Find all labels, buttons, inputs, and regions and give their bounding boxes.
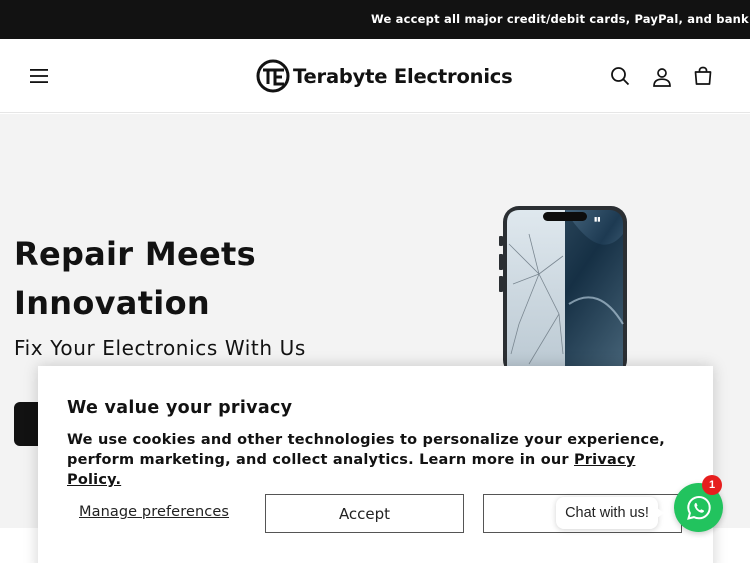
site-header: Terabyte Electronics xyxy=(0,39,750,113)
hero-title: Repair Meets Innovation xyxy=(14,235,256,322)
phone-image: ▮▮ xyxy=(499,206,627,374)
cookie-title: We value your privacy xyxy=(67,398,293,418)
search-icon xyxy=(611,67,630,86)
account-icon xyxy=(653,68,671,87)
search-button[interactable] xyxy=(603,59,637,93)
chat-bubble-text: Chat with us! xyxy=(565,505,649,521)
accept-button[interactable]: Accept xyxy=(265,494,464,533)
cart-button[interactable] xyxy=(686,59,720,93)
announcement-text: We accept all major credit/debit cards, … xyxy=(371,12,750,26)
menu-button[interactable] xyxy=(22,59,56,93)
cookie-consent-banner: We value your privacy We use cookies and… xyxy=(38,366,713,563)
brand-logo[interactable]: Terabyte Electronics xyxy=(256,58,513,94)
chat-bubble[interactable]: Chat with us! xyxy=(556,497,664,529)
cookie-description: We use cookies and other technologies to… xyxy=(67,430,692,490)
cart-icon xyxy=(694,66,712,85)
whatsapp-icon xyxy=(686,495,711,520)
account-button[interactable] xyxy=(645,60,679,94)
announcement-bar: We accept all major credit/debit cards, … xyxy=(0,0,750,39)
manage-preferences-link[interactable]: Manage preferences xyxy=(79,504,229,520)
hero-subtitle: Fix Your Electronics With Us xyxy=(14,336,306,360)
logo-mark-icon xyxy=(256,59,290,93)
svg-text:▮▮: ▮▮ xyxy=(594,216,601,223)
accept-label: Accept xyxy=(338,504,391,523)
brand-name: Terabyte Electronics xyxy=(293,64,513,88)
chat-notification-badge: 1 xyxy=(702,475,722,495)
menu-icon xyxy=(30,69,48,83)
